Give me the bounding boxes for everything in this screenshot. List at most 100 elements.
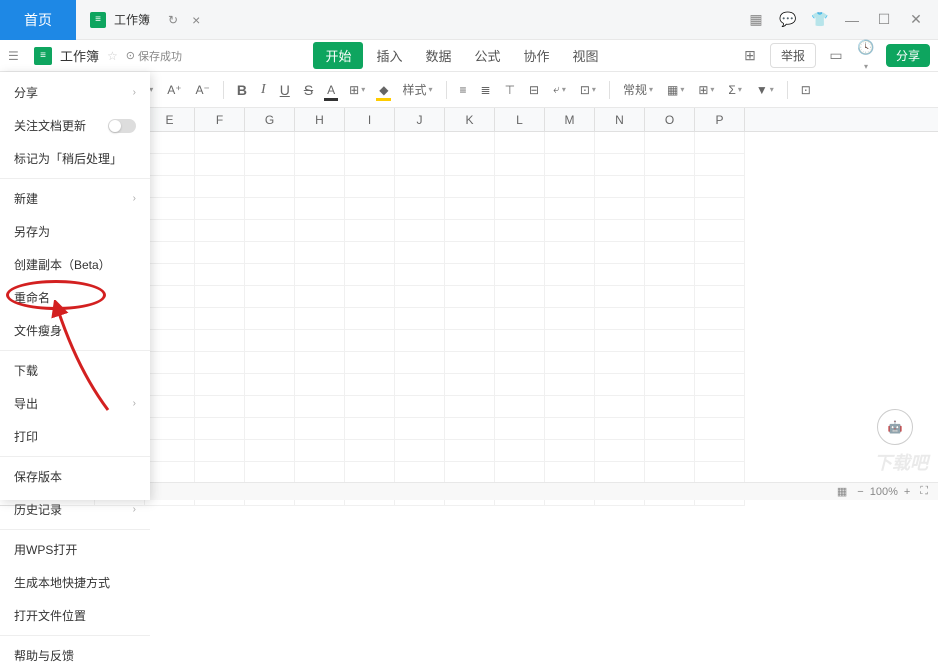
cell[interactable]: [395, 154, 445, 176]
zoom-out-icon[interactable]: −: [857, 486, 863, 498]
column-header-O[interactable]: O: [645, 108, 695, 131]
cell[interactable]: [445, 462, 495, 484]
cell[interactable]: [645, 176, 695, 198]
cell[interactable]: [495, 198, 545, 220]
cell[interactable]: [595, 308, 645, 330]
cell[interactable]: [595, 176, 645, 198]
zoom-in-icon[interactable]: +: [904, 486, 910, 498]
cell[interactable]: [145, 154, 195, 176]
menu-file-slim[interactable]: 文件瘦身: [0, 314, 150, 347]
italic-button[interactable]: I: [256, 79, 271, 101]
cell[interactable]: [595, 264, 645, 286]
cell[interactable]: [295, 440, 345, 462]
cell[interactable]: [145, 198, 195, 220]
cell[interactable]: [395, 308, 445, 330]
cell[interactable]: [345, 286, 395, 308]
bold-button[interactable]: B: [232, 79, 252, 101]
cell[interactable]: [695, 418, 745, 440]
cell[interactable]: [695, 440, 745, 462]
cell[interactable]: [545, 198, 595, 220]
tab-collab[interactable]: 协作: [514, 42, 560, 69]
cell[interactable]: [345, 154, 395, 176]
cell[interactable]: [645, 242, 695, 264]
cell[interactable]: [695, 220, 745, 242]
increase-font-icon[interactable]: A⁺: [162, 80, 186, 100]
cell[interactable]: [495, 396, 545, 418]
cell[interactable]: [545, 264, 595, 286]
cell[interactable]: [395, 330, 445, 352]
cell[interactable]: [445, 220, 495, 242]
tab-data[interactable]: 数据: [415, 42, 461, 69]
record-icon[interactable]: ▭: [826, 47, 846, 64]
cell[interactable]: [695, 154, 745, 176]
cell[interactable]: [295, 286, 345, 308]
cell[interactable]: [645, 462, 695, 484]
view-grid-icon[interactable]: ▦: [837, 485, 847, 498]
cell[interactable]: [545, 462, 595, 484]
cell[interactable]: [545, 440, 595, 462]
cell[interactable]: [195, 220, 245, 242]
cell[interactable]: [545, 242, 595, 264]
number-format-select[interactable]: 常规: [618, 78, 658, 101]
cell[interactable]: [245, 440, 295, 462]
cell[interactable]: [595, 374, 645, 396]
cell[interactable]: [395, 352, 445, 374]
cell[interactable]: [345, 308, 395, 330]
cell[interactable]: [245, 198, 295, 220]
cell[interactable]: [695, 308, 745, 330]
cell[interactable]: [145, 308, 195, 330]
cell[interactable]: [695, 132, 745, 154]
tab-start[interactable]: 开始: [313, 42, 363, 69]
cell[interactable]: [345, 264, 395, 286]
column-header-G[interactable]: G: [245, 108, 295, 131]
share-button[interactable]: 分享: [886, 44, 930, 67]
cell[interactable]: [195, 374, 245, 396]
cell[interactable]: [245, 242, 295, 264]
cell[interactable]: [445, 440, 495, 462]
cell[interactable]: [345, 374, 395, 396]
cell[interactable]: [245, 176, 295, 198]
cell[interactable]: [695, 286, 745, 308]
align-top-icon[interactable]: ⊤: [500, 80, 520, 100]
filter-icon[interactable]: ▼: [751, 80, 779, 100]
cell[interactable]: [645, 286, 695, 308]
cell[interactable]: [495, 132, 545, 154]
cell[interactable]: [295, 264, 345, 286]
freeze-icon[interactable]: ⊡: [796, 80, 816, 100]
cell[interactable]: [245, 132, 295, 154]
cell[interactable]: [295, 352, 345, 374]
cell[interactable]: [445, 286, 495, 308]
cell[interactable]: [495, 308, 545, 330]
cell[interactable]: [195, 264, 245, 286]
cell[interactable]: [195, 462, 245, 484]
cell[interactable]: [395, 176, 445, 198]
menu-save-as[interactable]: 另存为: [0, 215, 150, 248]
column-header-E[interactable]: E: [145, 108, 195, 131]
cell[interactable]: [645, 264, 695, 286]
menu-icon[interactable]: ☰: [8, 49, 26, 63]
cell[interactable]: [195, 396, 245, 418]
cell[interactable]: [495, 352, 545, 374]
cell[interactable]: [145, 418, 195, 440]
cell[interactable]: [395, 396, 445, 418]
cell[interactable]: [695, 374, 745, 396]
cell[interactable]: [495, 374, 545, 396]
toggle-icon[interactable]: [108, 119, 136, 133]
menu-rename[interactable]: 重命名: [0, 281, 150, 314]
cell[interactable]: [595, 132, 645, 154]
cell[interactable]: [445, 330, 495, 352]
cell[interactable]: [395, 264, 445, 286]
cell[interactable]: [345, 396, 395, 418]
cell[interactable]: [595, 154, 645, 176]
skin-icon[interactable]: 👕: [810, 11, 830, 28]
cell[interactable]: [445, 264, 495, 286]
menu-new[interactable]: 新建›: [0, 182, 150, 215]
maximize-icon[interactable]: ☐: [874, 11, 894, 28]
cell[interactable]: [295, 220, 345, 242]
cell[interactable]: [245, 352, 295, 374]
cell[interactable]: [145, 286, 195, 308]
cell[interactable]: [295, 132, 345, 154]
cell[interactable]: [545, 396, 595, 418]
cell[interactable]: [545, 176, 595, 198]
cell[interactable]: [495, 286, 545, 308]
